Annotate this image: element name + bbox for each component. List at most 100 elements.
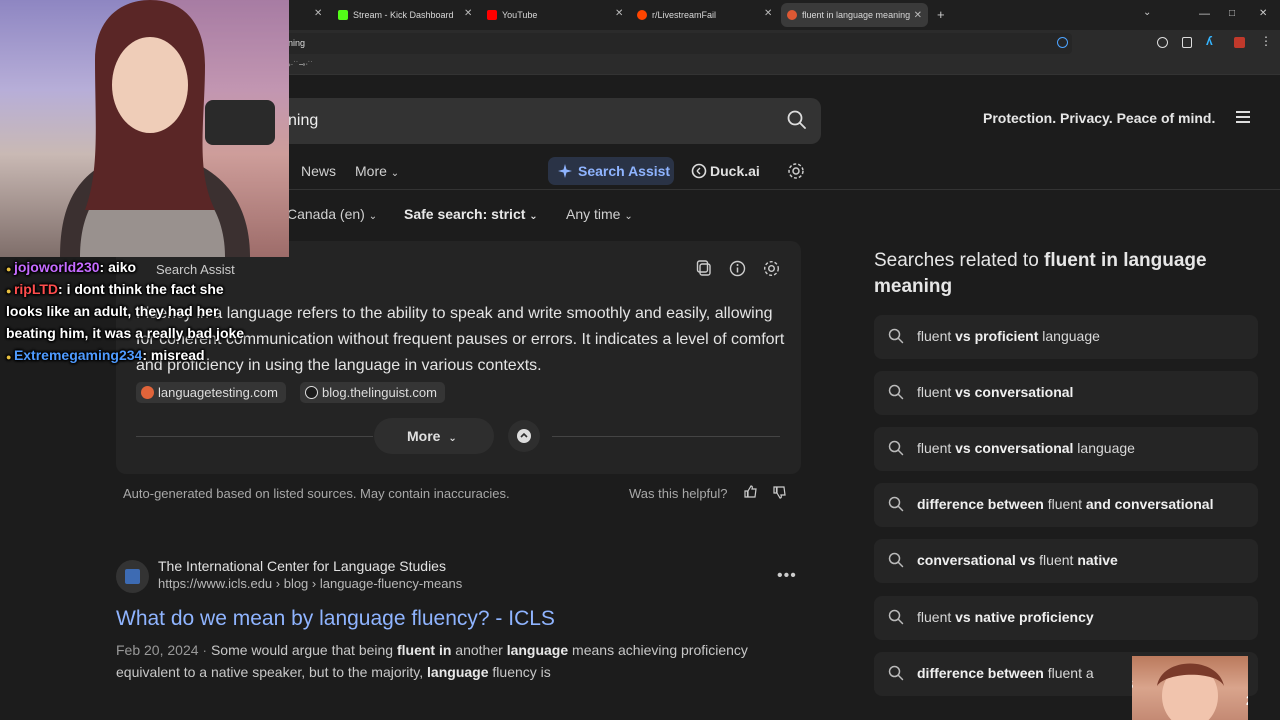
related-search-item[interactable]: fluent vs native proficiency [874,596,1258,640]
chevron-down-icon[interactable]: ⌄ [1143,7,1151,18]
profile-icon[interactable] [1157,37,1168,48]
related-search-text: vs native proficiency [955,609,1094,625]
sparkle-icon [558,164,572,178]
chat-text: i dont think the fact she [66,281,224,297]
tab-youtube[interactable]: YouTube [487,3,537,27]
result-date: Feb 20, 2024 [116,642,199,658]
snippet-segment: another [451,642,507,658]
chat-text: beating him, it was a really bad joke [6,325,245,341]
related-search-text: and conversational [1085,496,1214,512]
related-search-text: difference between [917,665,1044,681]
tab-livestreamfail[interactable]: r/LivestreamFail [637,3,716,27]
chat-separator: : [142,347,151,363]
close-icon[interactable]: ✕ [464,8,472,19]
tab-more[interactable]: More ⌄ [355,163,399,179]
privacy-tagline: Protection. Privacy. Peace of mind. [983,110,1216,126]
pip-image [1157,663,1224,720]
pip-label: S [1132,676,1133,692]
region-filter[interactable]: Canada (en) ⌄ [287,206,377,222]
related-search-text: vs conversational [955,384,1074,400]
address-input[interactable]: ning [280,33,1072,54]
chat-text: looks like an adult, they had her [6,303,219,319]
chat-text: aiko [108,259,137,275]
snippet-segment: language [506,642,569,658]
streamer-webcam [0,0,289,257]
search-icon [888,496,904,512]
maximize-icon[interactable]: □ [1229,8,1235,19]
close-window-icon[interactable]: ✕ [1259,8,1267,19]
more-options-icon[interactable]: ••• [777,567,797,585]
browser-menu-icon[interactable]: ⋮ [1260,34,1272,48]
tab-label: fluent in language meaning at D [802,10,910,20]
safe-search-filter[interactable]: Safe search: strict ⌄ [404,206,538,222]
result-url[interactable]: https://www.icls.edu › blog › language-f… [158,576,462,591]
duck-ai-button[interactable]: Duck.ai [691,163,760,179]
gear-icon[interactable] [787,162,805,180]
extension-icon[interactable]: ʎ [1206,34,1213,48]
result-site-name[interactable]: The International Center for Language St… [158,558,446,574]
source-chip[interactable]: languagetesting.com [136,382,286,403]
related-search-item[interactable]: fluent vs conversational language [874,427,1258,471]
minimize-icon[interactable]: — [1199,8,1210,20]
address-text: ning [288,38,306,48]
safe-search-label: Safe search: strict [404,206,526,222]
helpful-label: Was this helpful? [629,486,728,501]
chat-badge-icon: ● [6,264,14,274]
tab-kick-dashboard[interactable]: Stream - Kick Dashboard [338,3,454,27]
search-query: ning [288,112,319,129]
more-label: More [407,428,441,444]
chat-text: misread [150,347,205,363]
close-icon[interactable]: ✕ [314,8,322,19]
hamburger-menu-icon[interactable] [1236,111,1250,123]
source-label: languagetesting.com [158,385,278,400]
source-chip[interactable]: blog.thelinguist.com [300,382,445,403]
search-input[interactable]: ning [250,98,821,144]
search-icon[interactable] [787,110,807,130]
chat-separator: : [58,281,67,297]
divider [136,436,373,437]
new-tab-icon[interactable]: + [937,7,945,22]
thumbs-down-icon[interactable] [772,485,787,500]
related-search-item[interactable]: conversational vs fluent native [874,539,1258,583]
search-icon [888,328,904,344]
search-assist-button[interactable]: Search Assist [548,157,674,185]
info-icon[interactable] [729,260,746,277]
site-favicon-icon [116,560,149,593]
tab-news[interactable]: News [301,163,336,179]
chat-message: beating him, it was a really bad joke [6,322,244,344]
result-title-link[interactable]: What do we mean by language fluency? - I… [116,607,555,631]
time-filter[interactable]: Any time ⌄ [566,206,633,222]
source-label: blog.thelinguist.com [322,385,437,400]
chat-badge-icon: ● [6,286,14,296]
search-icon [888,384,904,400]
globe-icon[interactable] [1057,37,1068,48]
close-icon[interactable]: ✕ [615,8,623,19]
copy-icon[interactable] [696,260,712,276]
close-icon[interactable]: ✕ [914,10,922,21]
assist-more-button[interactable]: More ⌄ [374,418,494,454]
related-search-item[interactable]: fluent vs proficient language [874,315,1258,359]
snippet-segment: language [427,664,489,680]
search-icon [888,440,904,456]
tab-label: r/LivestreamFail [652,10,717,20]
close-icon[interactable]: ✕ [764,8,772,19]
thumbs-up-icon[interactable] [743,484,758,499]
tab-duckduckgo-search[interactable]: fluent in language meaning at D ✕ [781,3,928,27]
related-search-item[interactable]: fluent vs conversational [874,371,1258,415]
reddit-icon [637,10,647,20]
site-favicon-icon [305,386,318,399]
extensions-icon[interactable] [1182,37,1192,48]
related-search-text: difference between [917,496,1044,512]
settings-icon[interactable] [763,260,780,277]
search-icon [888,609,904,625]
related-search-text: fluent [1043,496,1086,512]
chevron-down-icon: ⌄ [368,211,378,222]
snippet-segment: Some would argue that being [210,642,397,658]
related-search-item[interactable]: difference between fluent and conversati… [874,483,1258,527]
extension-badge-icon[interactable] [1234,37,1245,48]
webcam-image [60,0,289,257]
assist-chat-button[interactable] [508,420,540,452]
duck-ai-label: Duck.ai [710,163,760,179]
related-search-text: fluent [917,384,956,400]
bookmark-item[interactable]: ›·˙˙⊸⋅˙˙ [288,60,313,69]
